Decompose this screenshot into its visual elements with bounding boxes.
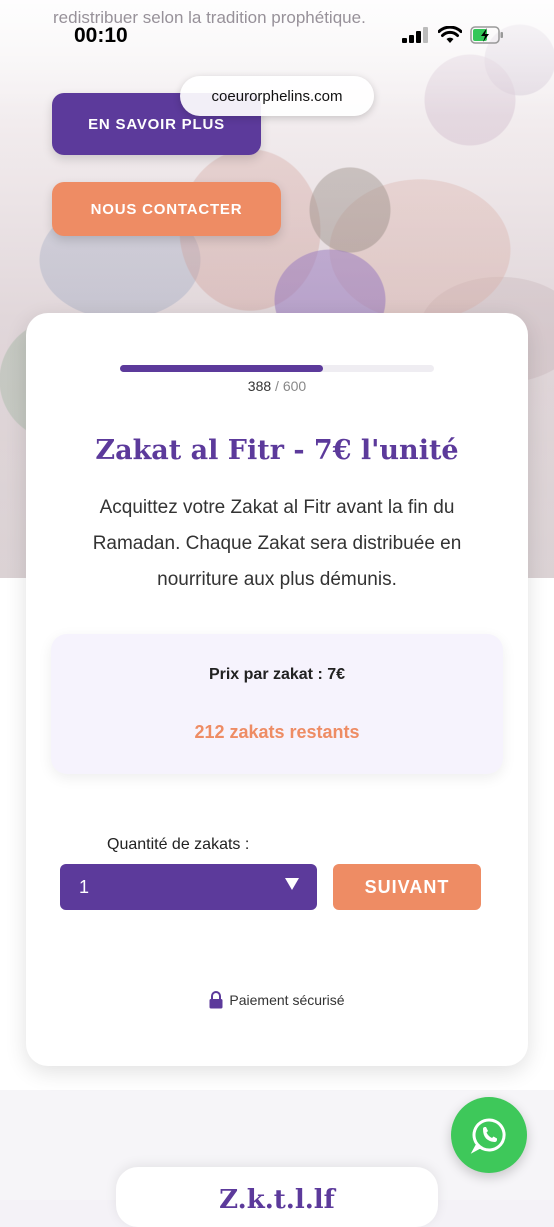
progress-text: 388 / 600 — [26, 378, 528, 394]
next-section-title: Z.k.t.l.lf — [219, 1185, 335, 1215]
quantity-label: Quantité de zakats : — [107, 836, 250, 853]
secure-payment: Paiement sécurisé — [26, 991, 528, 1009]
secure-payment-label: Paiement sécurisé — [229, 992, 345, 1008]
progress-bar — [120, 365, 434, 372]
battery-charging-icon — [470, 26, 503, 44]
status-icons — [402, 26, 504, 44]
wifi-icon — [438, 26, 462, 43]
info-box: Prix par zakat : 7€ 212 zakats restants — [51, 634, 503, 774]
status-time: 00:10 — [74, 24, 128, 47]
progress-raised: 388 — [247, 378, 272, 394]
zakat-card: 388 / 600 Zakat al Fitr - 7€ l'unité Acq… — [26, 313, 528, 1066]
lock-icon — [209, 991, 223, 1009]
progress-separator: / — [275, 378, 279, 394]
signal-icon — [402, 27, 428, 43]
chevron-down-icon — [285, 878, 299, 890]
whatsapp-icon — [470, 1118, 506, 1154]
quantity-value: 1 — [79, 877, 90, 897]
next-section-card: Z.k.t.l.lf — [116, 1167, 438, 1227]
contact-button[interactable]: NOUS CONTACTER — [52, 182, 281, 236]
progress-fill — [120, 365, 324, 372]
url-bar[interactable]: coeurorphelins.com — [180, 76, 374, 116]
remaining-label: 212 zakats restants — [194, 722, 360, 742]
whatsapp-button[interactable] — [451, 1097, 527, 1173]
next-button[interactable]: SUIVANT — [333, 864, 481, 910]
price-label: Prix par zakat : 7€ — [208, 666, 346, 683]
card-description: Acquittez votre Zakat al Fitr avant la f… — [92, 497, 462, 590]
card-title: Zakat al Fitr - 7€ l'unité — [95, 435, 459, 466]
quantity-select[interactable]: 1 — [60, 864, 317, 910]
progress-goal: 600 — [282, 378, 307, 394]
